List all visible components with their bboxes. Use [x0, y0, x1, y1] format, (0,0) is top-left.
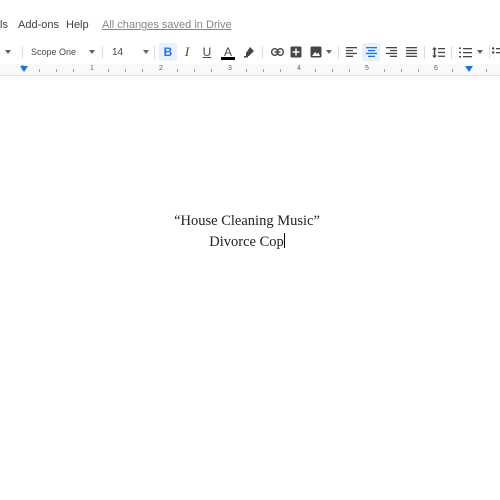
align-right-icon[interactable]	[383, 43, 399, 61]
document-page[interactable]: “House Cleaning Music” Divorce Cop	[0, 77, 500, 500]
insert-comment-icon[interactable]	[288, 43, 304, 61]
ruler-label: 6	[434, 65, 438, 72]
align-center-icon[interactable]	[362, 43, 380, 61]
ruler-label: 4	[297, 65, 301, 72]
insert-image-icon[interactable]	[308, 43, 324, 61]
menu-help[interactable]: Help	[66, 19, 89, 31]
chevron-down-icon[interactable]	[475, 43, 485, 61]
text-cursor	[283, 233, 285, 248]
chevron-down-icon[interactable]	[86, 43, 98, 61]
text-color-swatch	[221, 56, 235, 60]
italic-button[interactable]: I	[179, 43, 195, 61]
bold-button[interactable]: B	[159, 43, 177, 61]
document-subtitle-line[interactable]: Divorce Cop	[0, 233, 494, 251]
right-indent-marker[interactable]	[465, 66, 473, 72]
ruler-label: 1	[21, 65, 25, 72]
text-color-button[interactable]: A	[219, 43, 237, 61]
chevron-down-icon[interactable]	[140, 43, 152, 61]
menu-bar: ls Add-ons Help All changes saved in Dri…	[0, 16, 500, 36]
document-title-line[interactable]: “House Cleaning Music”	[0, 213, 494, 230]
align-left-icon[interactable]	[343, 43, 359, 61]
style-dropdown-icon[interactable]	[2, 43, 14, 61]
menu-tools[interactable]: ls	[0, 19, 8, 31]
horizontal-ruler[interactable]: 1 1 2 3 4 5 6	[0, 64, 500, 76]
numbered-list-icon[interactable]	[457, 43, 473, 61]
font-size-select[interactable]: 14	[112, 43, 123, 61]
line-spacing-icon[interactable]	[430, 43, 446, 61]
ruler-label: 5	[365, 65, 369, 72]
save-status-link[interactable]: All changes saved in Drive	[102, 19, 232, 31]
ruler-label: 3	[228, 65, 232, 72]
document-subtitle-text: Divorce Cop	[209, 234, 284, 250]
underline-button[interactable]: U	[199, 43, 215, 61]
justify-icon[interactable]	[403, 43, 419, 61]
ruler-label: 2	[159, 65, 163, 72]
font-family-select[interactable]: Scope One	[31, 43, 76, 61]
menu-add-ons[interactable]: Add-ons	[18, 19, 59, 31]
ruler-label: 1	[90, 65, 94, 72]
chevron-down-icon[interactable]	[324, 43, 334, 61]
bulleted-list-icon[interactable]	[492, 43, 500, 61]
toolbar: Scope One 14 B I U A	[0, 40, 500, 64]
link-icon[interactable]	[268, 43, 286, 61]
highlight-icon[interactable]	[241, 43, 257, 61]
